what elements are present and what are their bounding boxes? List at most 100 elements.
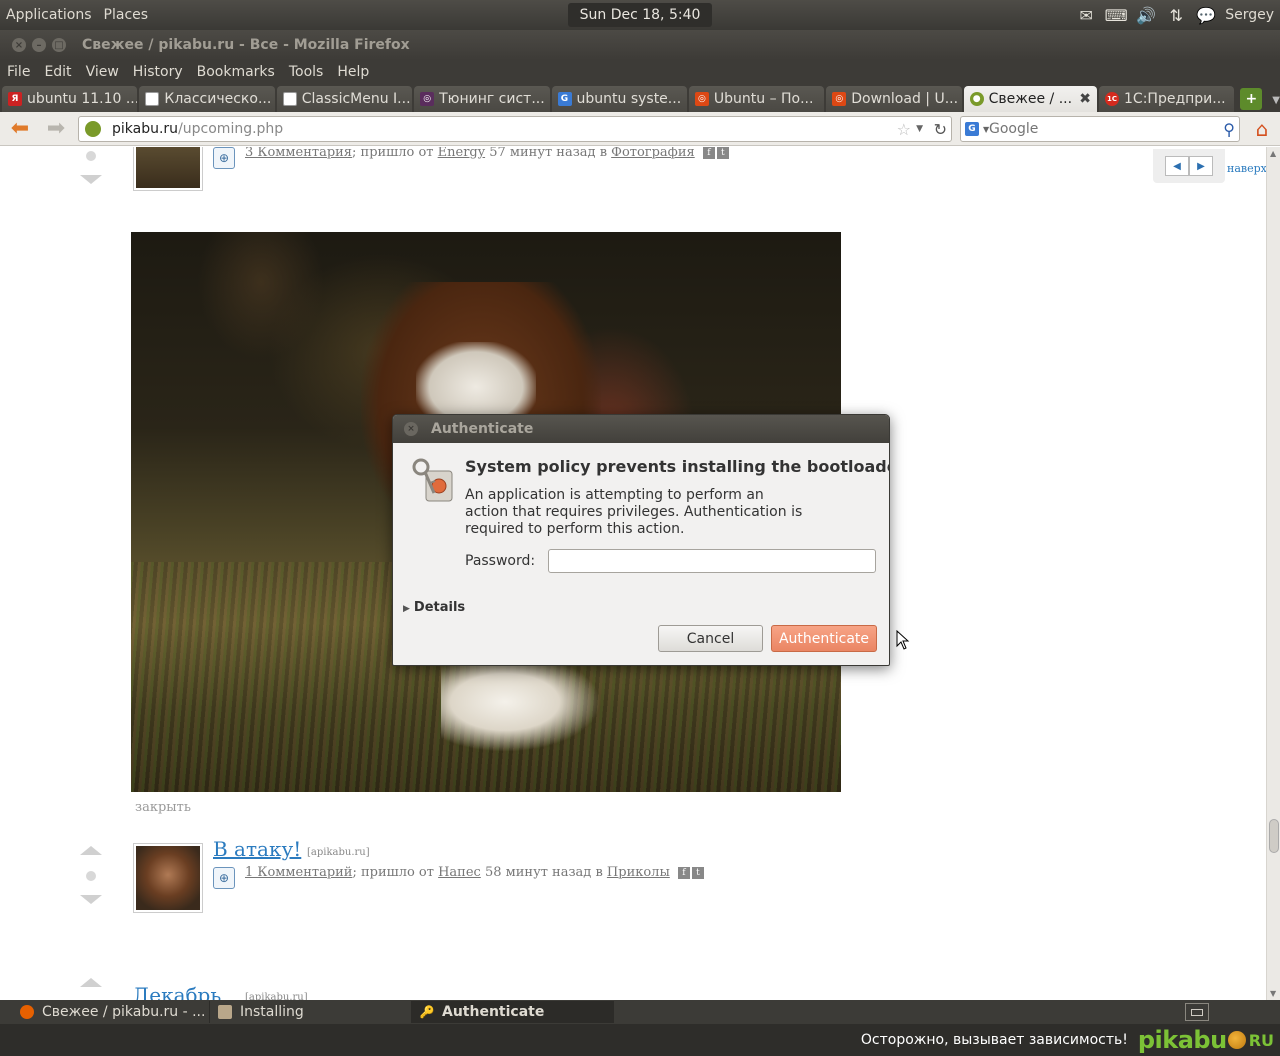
back-button[interactable]: ⬅ [4,115,36,143]
tab-5[interactable]: ◎ Ubuntu – По... [688,86,825,112]
watermark-strip: Осторожно, вызывает зависимость! pikabu … [0,1024,1280,1056]
vote-down-button[interactable] [80,175,102,184]
search-icon[interactable]: ⚲ [1223,120,1235,139]
menu-edit[interactable]: Edit [37,64,78,80]
add-favorite-icon[interactable]: ⊕ [213,147,235,169]
tab-7-active[interactable]: ● Свежее / ... ✖ [963,86,1098,112]
vote-up-button[interactable] [80,846,102,855]
post-thumbnail[interactable] [133,147,203,191]
taskbar-item-authenticate[interactable]: 🔑 Authenticate [412,1001,614,1023]
post-title-link[interactable]: В атаку! [213,837,301,861]
reload-icon[interactable]: ↻ [934,120,947,139]
maximize-window-icon[interactable]: □ [52,38,66,52]
menu-bookmarks[interactable]: Bookmarks [190,64,282,80]
post-source: [apikabu.ru] [245,992,308,1000]
post-navigation: ◀ ▶ [1153,149,1225,183]
prev-post-button[interactable]: ◀ [1165,156,1189,176]
post-thumbnail[interactable] [133,843,203,913]
password-input[interactable] [548,549,876,573]
search-input[interactable] [989,121,1199,137]
scrollbar-thumb[interactable] [1269,819,1279,853]
vertical-scrollbar[interactable]: ▲ ▼ [1266,147,1280,1000]
author-link[interactable]: Energy [438,147,485,160]
twitter-icon[interactable]: t [691,866,704,879]
facebook-icon[interactable]: f [702,147,715,159]
close-image-link[interactable]: закрыть [135,800,191,815]
close-tab-icon[interactable]: ✖ [1079,91,1091,107]
network-icon[interactable]: ⇅ [1165,5,1187,25]
tab-8[interactable]: 1С 1С:Предпри... [1099,86,1235,112]
keys-icon [412,458,453,502]
volume-icon[interactable]: 🔊 [1135,5,1157,25]
tab-6[interactable]: ◎ Download | U... [826,86,962,112]
firefox-icon [20,1005,34,1019]
vote-up-button[interactable] [80,978,102,987]
key-icon: 🔑 [419,1005,435,1019]
site-identity-icon[interactable] [85,121,101,137]
mail-icon[interactable]: ✉ [1075,5,1097,25]
search-bar[interactable]: G ▼ ⚲ [960,116,1240,142]
scroll-up-icon[interactable]: ▲ [1270,149,1276,158]
to-top-link[interactable]: наверх [1227,162,1266,175]
scroll-down-icon[interactable]: ▼ [1270,989,1276,998]
facebook-icon[interactable]: f [677,866,690,879]
author-link[interactable]: Напес [438,865,481,880]
user-name[interactable]: Sergey [1225,7,1274,23]
menu-view[interactable]: View [79,64,126,80]
pikabu-logo-icon [1227,1031,1246,1049]
comments-link[interactable]: 1 Комментарий [245,865,352,880]
authenticate-button[interactable]: Authenticate [771,625,877,652]
minimize-window-icon[interactable]: – [32,38,46,52]
comments-link[interactable]: 3 Комментария [245,147,352,160]
tab-label: Тюнинг сист... [439,91,545,107]
clock[interactable]: Sun Dec 18, 5:40 PM [568,3,712,47]
category-link[interactable]: Приколы [607,865,670,880]
close-window-icon[interactable]: × [12,38,26,52]
forward-button[interactable]: ➡ [40,115,72,143]
menu-tools[interactable]: Tools [282,64,331,80]
engine-dropdown-icon[interactable]: ▼ [983,125,989,134]
url-bar[interactable]: pikabu.ru/upcoming.php ☆ ▼ ↻ [78,116,952,142]
close-dialog-icon[interactable]: × [404,422,418,436]
vote-down-button[interactable] [80,895,102,904]
post-title-link[interactable]: Декабрь [133,983,221,1000]
vote-neutral-dot[interactable] [86,151,96,161]
url-history-dropdown-icon[interactable]: ▼ [916,124,923,134]
taskbar-item-installing[interactable]: Installing [210,1001,412,1023]
home-button[interactable]: ⌂ [1250,117,1274,141]
tab-3[interactable]: ◎ Тюнинг сист... [414,86,550,112]
keyboard-icon[interactable]: ⌨ [1105,5,1128,25]
show-desktop-button[interactable] [1185,1003,1209,1021]
tab-label: ubuntu 11.10 ... [27,91,138,107]
menu-file[interactable]: File [0,64,37,80]
tab-list-icon[interactable]: ▼ [1272,95,1280,106]
tab-label: 1С:Предпри... [1124,91,1226,107]
menu-help[interactable]: Help [330,64,376,80]
cancel-button[interactable]: Cancel [658,625,763,652]
pikabu-logo: pikabu [1137,1026,1227,1054]
tab-label: Классическо... [164,91,272,107]
tab-4[interactable]: Gubuntu syste... [551,86,687,112]
menu-history[interactable]: History [126,64,190,80]
next-post-button[interactable]: ▶ [1189,156,1213,176]
places-menu[interactable]: Places [98,7,155,23]
google-engine-icon[interactable]: G [965,122,979,136]
tab-0[interactable]: Яubuntu 11.10 ... [2,86,138,112]
applications-menu[interactable]: Applications [0,7,98,23]
category-link[interactable]: Фотография [611,147,695,160]
post-source: [apikabu.ru] [307,847,370,858]
twitter-icon[interactable]: t [716,147,729,159]
taskbar-label: Installing [240,1004,304,1020]
bookmark-star-icon[interactable]: ☆ [897,120,911,139]
vote-neutral-dot[interactable] [86,871,96,881]
chat-icon[interactable]: 💬 [1195,5,1217,25]
tab-1[interactable]: Классическо... [139,86,275,112]
add-favorite-icon[interactable]: ⊕ [213,867,235,889]
details-expander[interactable]: ▶ Details [403,600,465,615]
ubuntu-icon: ◎ [694,92,709,106]
new-tab-button[interactable]: + [1240,88,1263,110]
tab-label: Download | U... [851,91,959,107]
dialog-title: Authenticate [431,421,534,437]
taskbar-item-firefox[interactable]: Свежее / pikabu.ru - ... [12,1001,210,1023]
tab-2[interactable]: ClassicMenu I... [276,86,413,112]
